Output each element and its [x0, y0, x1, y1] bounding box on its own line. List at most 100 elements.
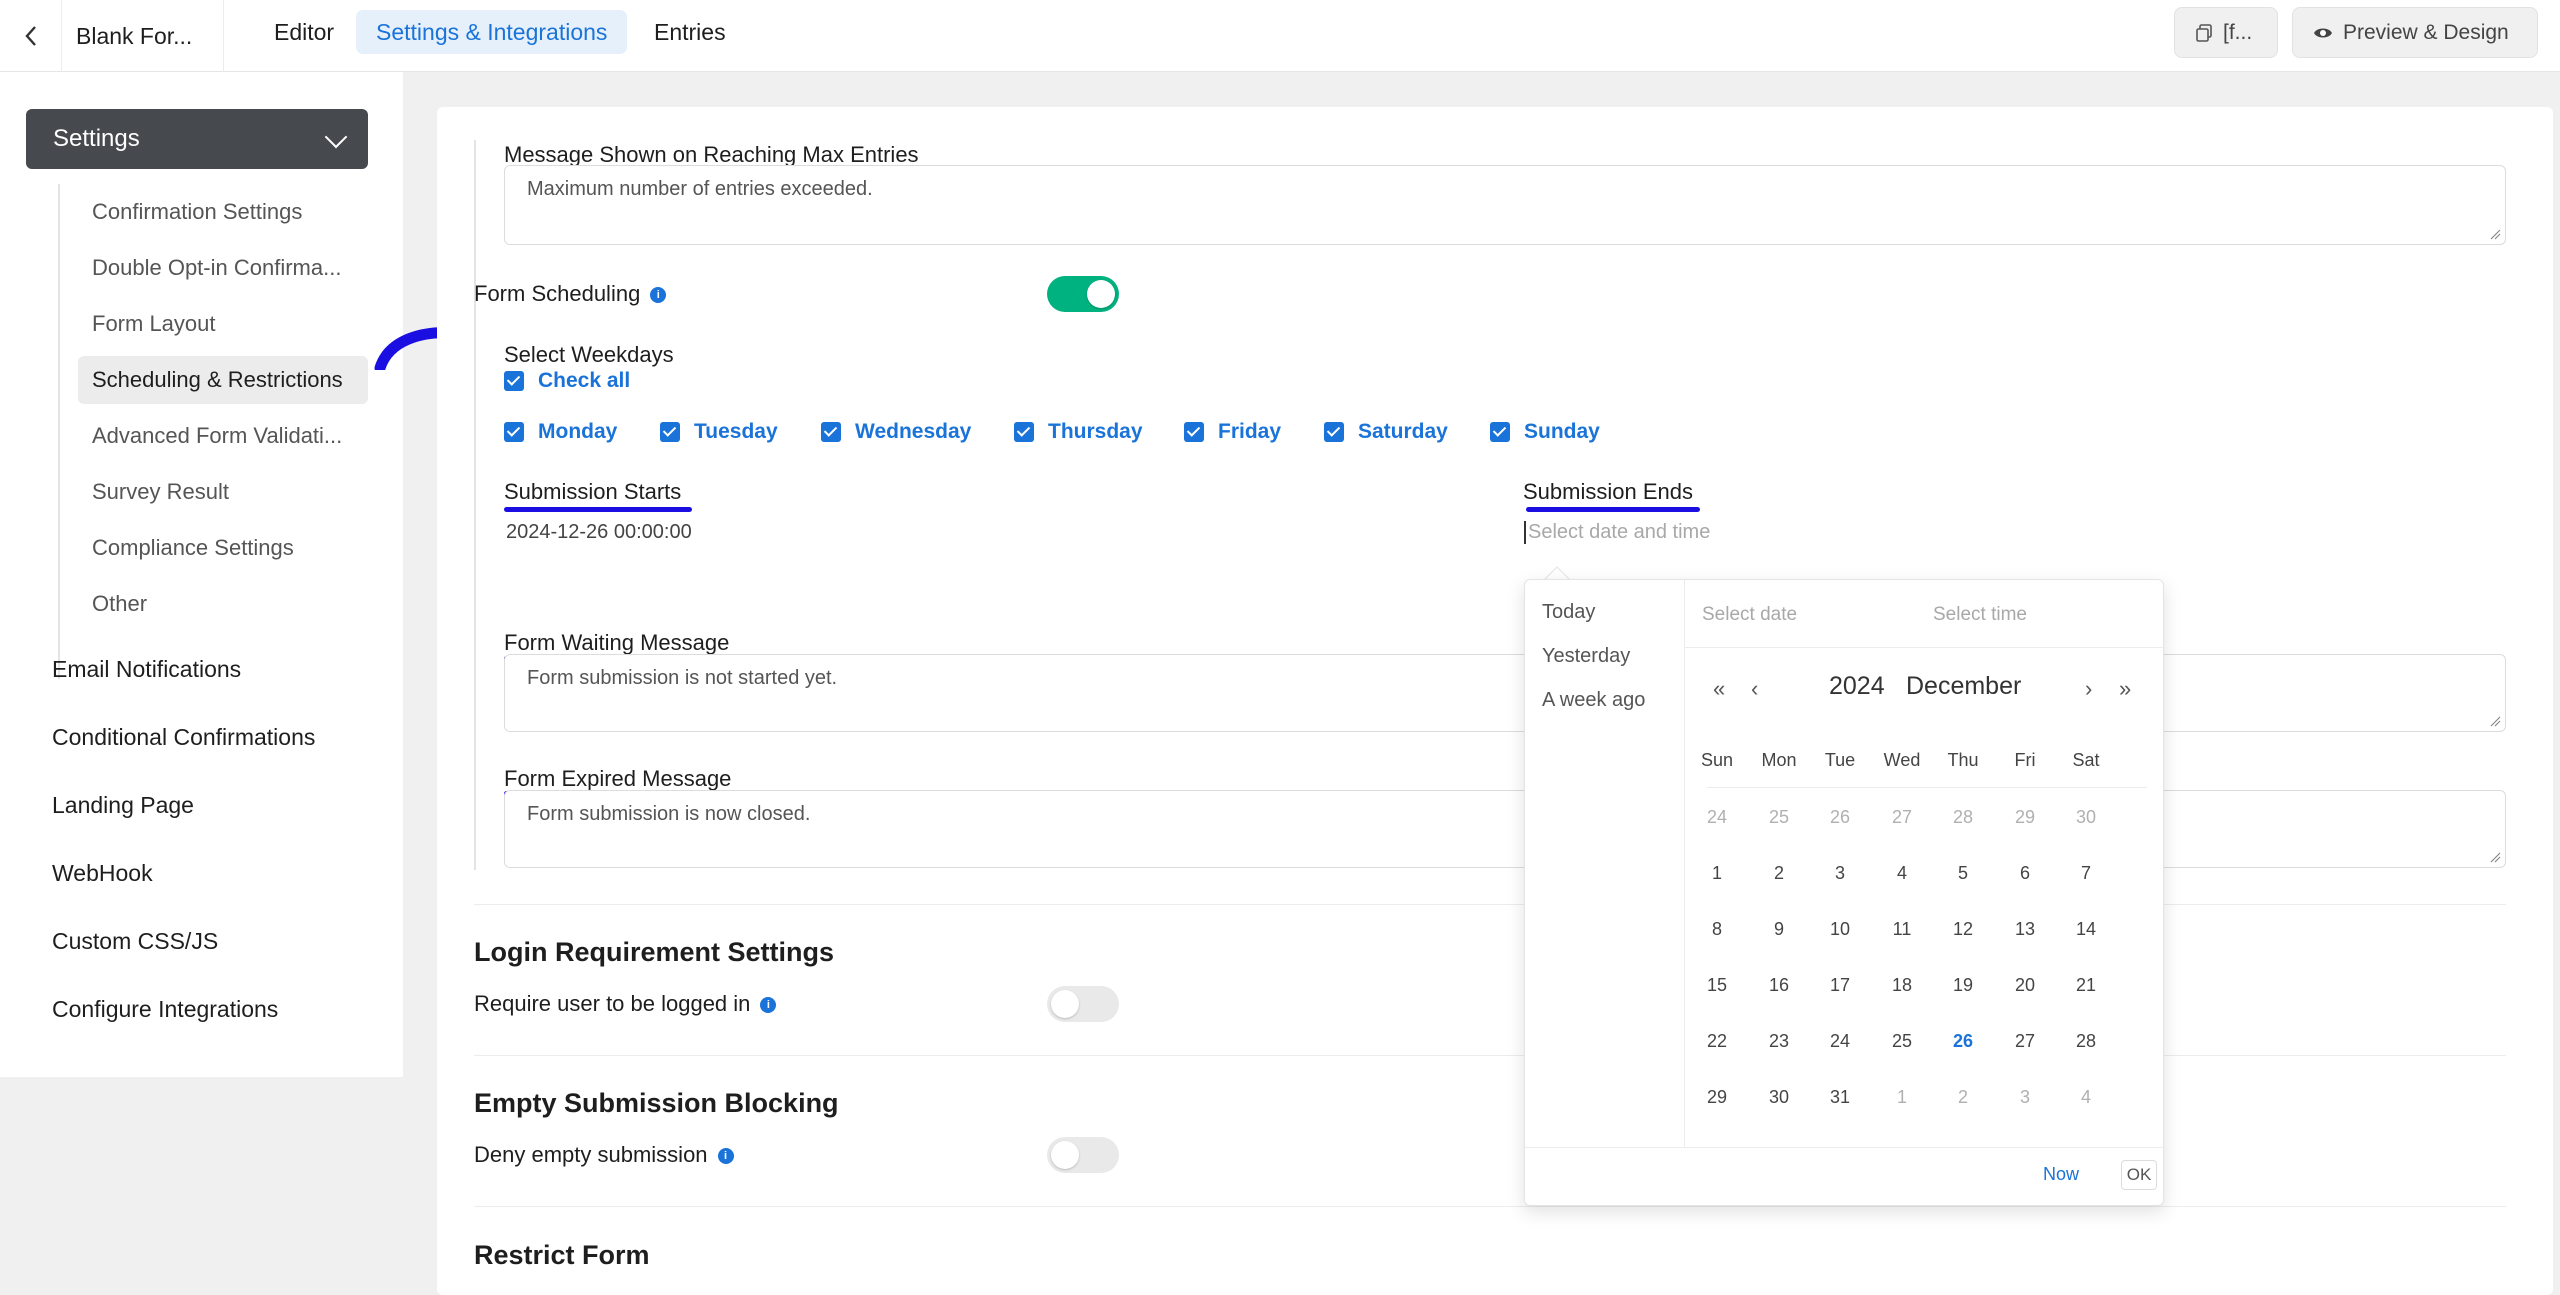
calendar-day[interactable]: 6	[1994, 863, 2056, 884]
calendar-day[interactable]: 25	[1871, 1031, 1933, 1052]
max-entries-message-textarea[interactable]: Maximum number of entries exceeded.	[504, 165, 2506, 245]
calendar-day[interactable]: 24	[1809, 1031, 1871, 1052]
weekday-checkbox-monday[interactable]: Monday	[504, 420, 617, 444]
calendar-day[interactable]: 15	[1686, 975, 1748, 996]
calendar-day[interactable]: 25	[1748, 807, 1810, 828]
calendar-day[interactable]: 11	[1871, 919, 1933, 940]
calendar-day[interactable]: 2	[1932, 1087, 1994, 1108]
prev-year-icon[interactable]: «	[1713, 676, 1725, 702]
now-button[interactable]: Now	[2043, 1164, 2079, 1185]
waiting-message-label: Form Waiting Message	[504, 630, 730, 655]
calendar-day[interactable]: 2	[1748, 863, 1810, 884]
calendar-day[interactable]: 27	[1994, 1031, 2056, 1052]
sidebar-item-double-opt-in[interactable]: Double Opt-in Confirma...	[78, 244, 368, 292]
resize-handle-icon[interactable]	[2489, 715, 2501, 727]
calendar-day[interactable]: 28	[1932, 807, 1994, 828]
calendar-day[interactable]: 3	[1994, 1087, 2056, 1108]
sidebar-item-other[interactable]: Other	[78, 580, 368, 628]
sidebar-item-form-layout[interactable]: Form Layout	[78, 300, 368, 348]
calendar-day[interactable]: 5	[1932, 863, 1994, 884]
calendar-day[interactable]: 30	[2055, 807, 2117, 828]
calendar-day[interactable]: 1	[1686, 863, 1748, 884]
calendar-day[interactable]: 29	[1686, 1087, 1748, 1108]
calendar-day[interactable]: 8	[1686, 919, 1748, 940]
shortcut-today[interactable]: Today	[1542, 601, 1595, 624]
info-icon[interactable]: i	[717, 1148, 734, 1165]
weekday-checkbox-tuesday[interactable]: Tuesday	[660, 420, 778, 444]
expired-message-textarea[interactable]: Form submission is now closed.	[504, 790, 2506, 868]
sidebar-item-survey-result[interactable]: Survey Result	[78, 468, 368, 516]
calendar-day[interactable]: 17	[1809, 975, 1871, 996]
calendar-day[interactable]: 12	[1932, 919, 1994, 940]
picker-time-input[interactable]: Select time	[1933, 604, 2027, 626]
ok-button[interactable]: OK	[2121, 1160, 2157, 1190]
sidebar-item-conditional-confirmations[interactable]: Conditional Confirmations	[52, 724, 315, 751]
calendar-day[interactable]: 13	[1994, 919, 2056, 940]
tab-settings-integrations[interactable]: Settings & Integrations	[356, 10, 628, 54]
sidebar-item-email-notifications[interactable]: Email Notifications	[52, 656, 241, 683]
waiting-message-textarea[interactable]: Form submission is not started yet.	[504, 654, 2506, 732]
picker-year[interactable]: 2024	[1829, 672, 1885, 701]
picker-date-input[interactable]: Select date	[1702, 604, 1797, 626]
deny-empty-toggle[interactable]	[1047, 1137, 1119, 1173]
calendar-day[interactable]: 9	[1748, 919, 1810, 940]
calendar-day[interactable]: 7	[2055, 863, 2117, 884]
calendar-day[interactable]: 24	[1686, 807, 1748, 828]
settings-menu-toggle[interactable]: Settings	[26, 109, 368, 169]
sidebar-item-configure-integrations[interactable]: Configure Integrations	[52, 996, 278, 1023]
preview-design-button[interactable]: Preview & Design	[2292, 7, 2538, 58]
picker-month[interactable]: December	[1906, 672, 2021, 701]
login-required-toggle[interactable]	[1047, 986, 1119, 1022]
weekday-checkbox-saturday[interactable]: Saturday	[1324, 420, 1448, 444]
form-scheduling-toggle[interactable]	[1047, 276, 1119, 312]
weekday-checkbox-friday[interactable]: Friday	[1184, 420, 1281, 444]
calendar-day[interactable]: 14	[2055, 919, 2117, 940]
shortcode-button[interactable]: [f...	[2174, 7, 2278, 58]
calendar-day[interactable]: 4	[2055, 1087, 2117, 1108]
sidebar-item-advanced-validation[interactable]: Advanced Form Validati...	[78, 412, 368, 460]
calendar-day[interactable]: 16	[1748, 975, 1810, 996]
submission-ends-input[interactable]: Select date and time	[1524, 521, 1710, 544]
calendar-day[interactable]: 27	[1871, 807, 1933, 828]
calendar-day[interactable]: 30	[1748, 1087, 1810, 1108]
calendar-day[interactable]: 31	[1809, 1087, 1871, 1108]
sidebar-item-scheduling-restrictions[interactable]: Scheduling & Restrictions	[78, 356, 368, 404]
tab-entries[interactable]: Entries	[634, 10, 746, 54]
shortcut-yesterday[interactable]: Yesterday	[1542, 645, 1630, 668]
calendar-day[interactable]: 1	[1871, 1087, 1933, 1108]
calendar-day[interactable]: 10	[1809, 919, 1871, 940]
resize-handle-icon[interactable]	[2489, 228, 2501, 240]
tab-editor[interactable]: Editor	[254, 10, 354, 54]
weekday-checkbox-wednesday[interactable]: Wednesday	[821, 420, 971, 444]
weekday-checkbox-sunday[interactable]: Sunday	[1490, 420, 1600, 444]
sidebar-item-landing-page[interactable]: Landing Page	[52, 792, 194, 819]
shortcut-week-ago[interactable]: A week ago	[1542, 689, 1645, 712]
calendar-day[interactable]: 21	[2055, 975, 2117, 996]
calendar-day[interactable]: 26	[1932, 1031, 1994, 1052]
next-month-icon[interactable]: ›	[2085, 676, 2092, 702]
sidebar-item-webhook[interactable]: WebHook	[52, 860, 153, 887]
check-all-checkbox[interactable]: Check all	[504, 369, 630, 393]
calendar-day[interactable]: 22	[1686, 1031, 1748, 1052]
weekday-checkbox-thursday[interactable]: Thursday	[1014, 420, 1143, 444]
next-year-icon[interactable]: »	[2119, 676, 2131, 702]
sidebar-item-confirmation-settings[interactable]: Confirmation Settings	[78, 188, 368, 236]
calendar-day[interactable]: 18	[1871, 975, 1933, 996]
calendar-day[interactable]: 29	[1994, 807, 2056, 828]
info-icon[interactable]: i	[760, 997, 777, 1014]
calendar-day[interactable]: 26	[1809, 807, 1871, 828]
calendar-day[interactable]: 23	[1748, 1031, 1810, 1052]
sidebar-item-custom-css-js[interactable]: Custom CSS/JS	[52, 928, 218, 955]
submission-starts-input[interactable]: 2024-12-26 00:00:00	[506, 521, 692, 544]
sidebar-item-compliance-settings[interactable]: Compliance Settings	[78, 524, 368, 572]
resize-handle-icon[interactable]	[2489, 851, 2501, 863]
calendar-day[interactable]: 3	[1809, 863, 1871, 884]
back-button[interactable]	[0, 0, 62, 72]
calendar-day[interactable]: 19	[1932, 975, 1994, 996]
calendar-day[interactable]: 28	[2055, 1031, 2117, 1052]
toggle-knob	[1087, 280, 1115, 308]
calendar-day[interactable]: 4	[1871, 863, 1933, 884]
prev-month-icon[interactable]: ‹	[1751, 676, 1758, 702]
calendar-day[interactable]: 20	[1994, 975, 2056, 996]
info-icon[interactable]: i	[650, 287, 667, 304]
